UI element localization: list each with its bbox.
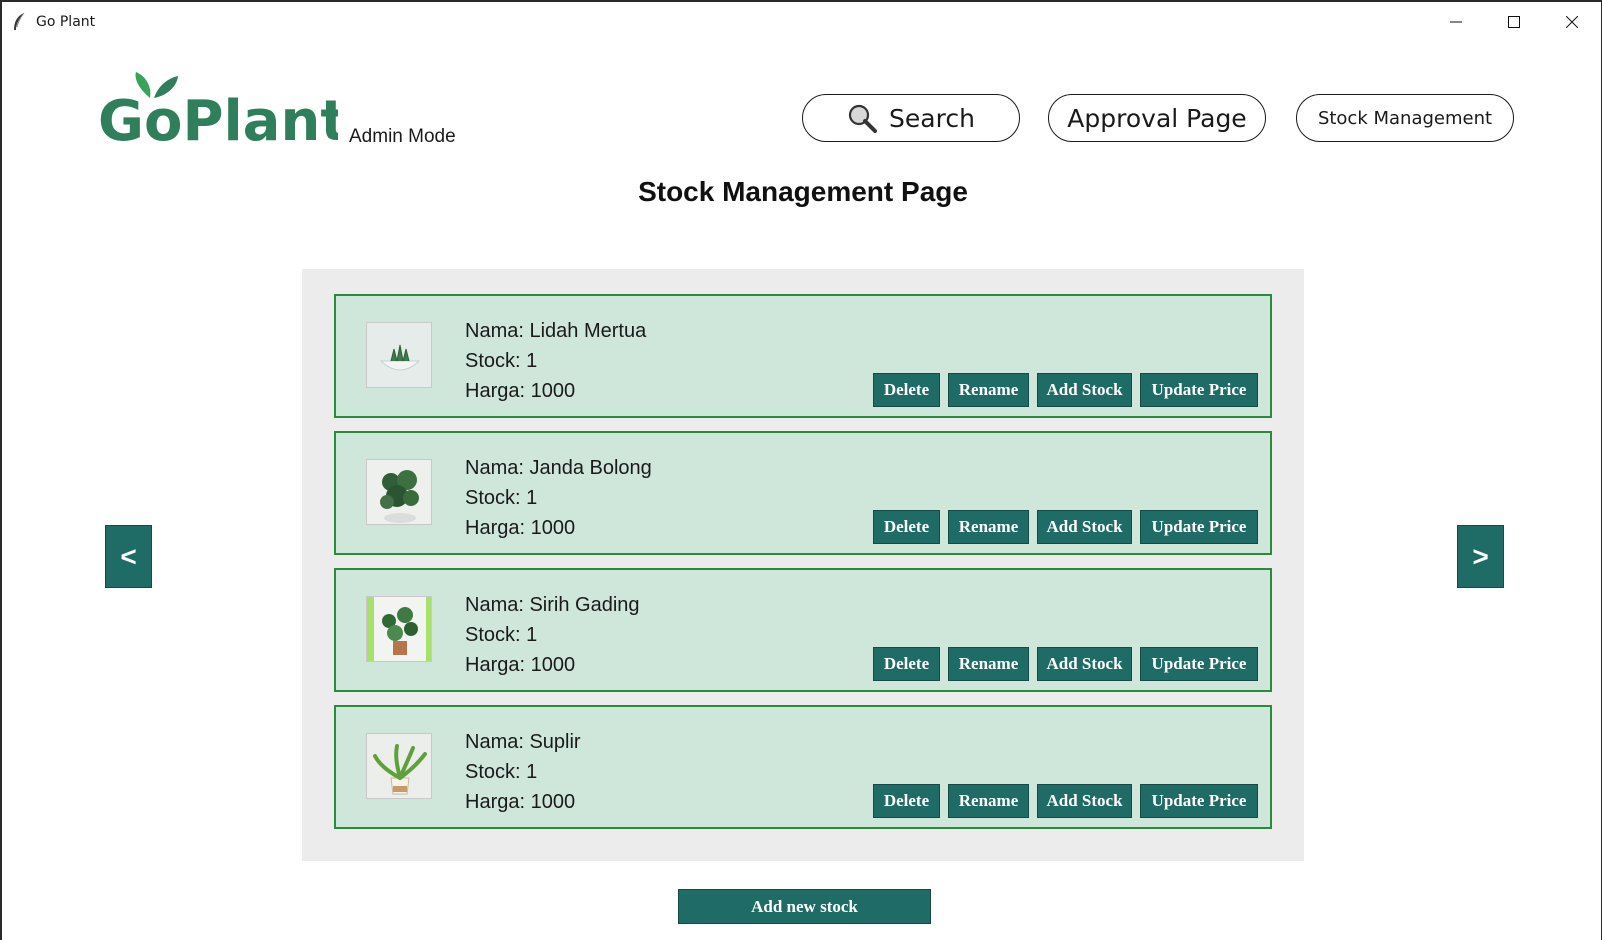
- rename-button[interactable]: Rename: [948, 373, 1029, 407]
- approval-page-button[interactable]: Approval Page: [1048, 94, 1266, 142]
- add-stock-button[interactable]: Add Stock: [1037, 784, 1132, 818]
- delete-button[interactable]: Delete: [873, 647, 940, 681]
- goplant-logo: GoPlant: [98, 70, 347, 154]
- rename-button[interactable]: Rename: [948, 784, 1029, 818]
- search-icon: [848, 104, 878, 133]
- logo-text: GoPlant: [98, 89, 338, 150]
- item-actions: Delete Rename Add Stock Update Price: [873, 647, 1258, 681]
- item-actions: Delete Rename Add Stock Update Price: [873, 784, 1258, 818]
- title-bar: Go Plant: [2, 2, 1601, 42]
- feather-icon: [12, 12, 26, 37]
- item-price: Harga: 1000: [465, 380, 576, 402]
- fern-plant-image: [366, 733, 432, 799]
- stock-card: Nama: Janda Bolong Stock: 1 Harga: 1000 …: [334, 431, 1272, 555]
- search-button[interactable]: Search: [802, 94, 1020, 142]
- maximize-button[interactable]: [1485, 2, 1543, 42]
- stock-list-panel: Nama: Lidah Mertua Stock: 1 Harga: 1000 …: [302, 269, 1304, 861]
- add-new-stock-button[interactable]: Add new stock: [678, 889, 931, 924]
- next-page-button[interactable]: >: [1457, 525, 1504, 588]
- item-info: Nama: Lidah Mertua Stock: 1 Harga: 1000: [465, 316, 646, 406]
- item-price: Harga: 1000: [465, 517, 576, 539]
- rename-button[interactable]: Rename: [948, 647, 1029, 681]
- pothos-plant-image: [366, 596, 432, 662]
- add-stock-button[interactable]: Add Stock: [1037, 373, 1132, 407]
- update-price-button[interactable]: Update Price: [1140, 647, 1258, 681]
- window-title: Go Plant: [36, 14, 96, 30]
- app-window: Go Plant GoPlant Admin Mode Search Appro…: [2, 2, 1601, 940]
- item-actions: Delete Rename Add Stock Update Price: [873, 373, 1258, 407]
- item-stock: Stock: 1: [465, 624, 538, 646]
- item-price: Harga: 1000: [465, 791, 576, 813]
- update-price-button[interactable]: Update Price: [1140, 373, 1258, 407]
- item-stock: Stock: 1: [465, 350, 538, 372]
- item-price: Harga: 1000: [465, 654, 576, 676]
- maximize-icon: [1508, 16, 1520, 28]
- page-title: Stock Management Page: [638, 176, 968, 207]
- add-stock-button[interactable]: Add Stock: [1037, 510, 1132, 544]
- item-info: Nama: Sirih Gading Stock: 1 Harga: 1000: [465, 590, 640, 680]
- delete-button[interactable]: Delete: [873, 373, 940, 407]
- item-stock: Stock: 1: [465, 487, 538, 509]
- item-name: Nama: Janda Bolong: [465, 457, 652, 479]
- item-info: Nama: Suplir Stock: 1 Harga: 1000: [465, 727, 581, 817]
- delete-button[interactable]: Delete: [873, 510, 940, 544]
- minimize-button[interactable]: [1427, 2, 1485, 42]
- add-stock-button[interactable]: Add Stock: [1037, 647, 1132, 681]
- update-price-button[interactable]: Update Price: [1140, 510, 1258, 544]
- stock-card: Nama: Lidah Mertua Stock: 1 Harga: 1000 …: [334, 294, 1272, 418]
- item-name: Nama: Suplir: [465, 731, 581, 753]
- item-name: Nama: Lidah Mertua: [465, 320, 647, 342]
- admin-mode-label: Admin Mode: [349, 126, 456, 147]
- item-info: Nama: Janda Bolong Stock: 1 Harga: 1000: [465, 453, 652, 543]
- search-button-label: Search: [889, 103, 975, 133]
- stock-card: Nama: Sirih Gading Stock: 1 Harga: 1000 …: [334, 568, 1272, 692]
- minimize-icon: [1450, 21, 1462, 23]
- close-button[interactable]: [1543, 2, 1601, 42]
- snake-plant-image: [366, 322, 432, 388]
- rename-button[interactable]: Rename: [948, 510, 1029, 544]
- monstera-plant-image: [366, 459, 432, 525]
- item-stock: Stock: 1: [465, 761, 538, 783]
- previous-page-button[interactable]: <: [105, 525, 152, 588]
- stock-card: Nama: Suplir Stock: 1 Harga: 1000 Delete…: [334, 705, 1272, 829]
- delete-button[interactable]: Delete: [873, 784, 940, 818]
- item-name: Nama: Sirih Gading: [465, 594, 640, 616]
- stock-management-button[interactable]: Stock Management: [1296, 94, 1514, 142]
- item-actions: Delete Rename Add Stock Update Price: [873, 510, 1258, 544]
- update-price-button[interactable]: Update Price: [1140, 784, 1258, 818]
- close-icon: [1566, 16, 1578, 28]
